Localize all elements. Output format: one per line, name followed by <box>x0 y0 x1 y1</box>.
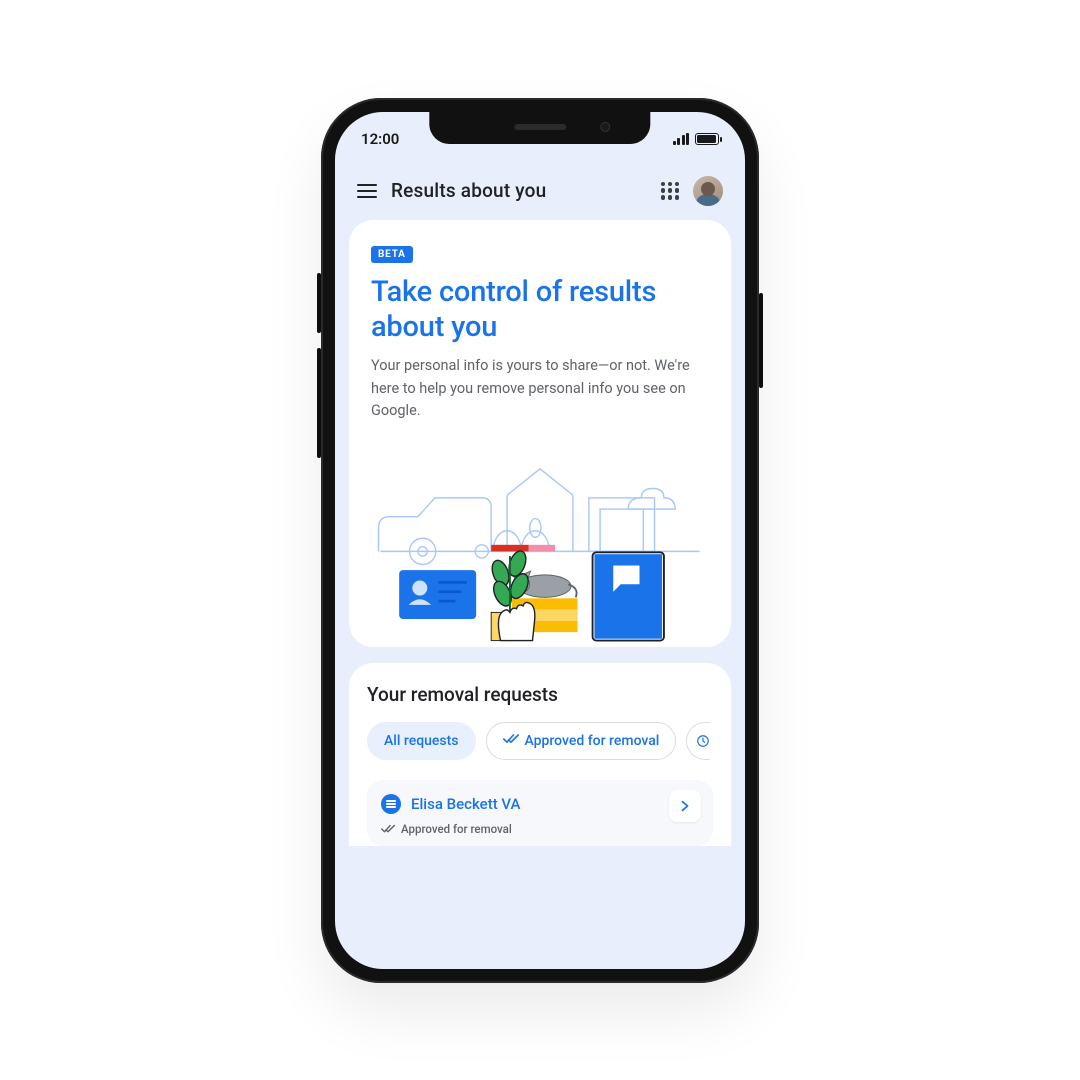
list-icon <box>381 794 401 814</box>
chip-overflow[interactable] <box>686 722 710 760</box>
requests-heading: Your removal requests <box>367 683 713 706</box>
hero-illustration <box>371 437 709 647</box>
notch <box>429 112 650 144</box>
battery-icon <box>695 133 719 145</box>
request-card[interactable]: Elisa Beckett VA Approved for removal <box>367 780 713 846</box>
request-name: Elisa Beckett VA <box>411 795 521 813</box>
beta-badge: BETA <box>371 246 413 263</box>
apps-grid-icon[interactable] <box>661 182 679 200</box>
request-status: Approved for removal <box>401 822 512 836</box>
phone-frame: 12:00 Results about you BETA Take contro… <box>321 98 759 983</box>
requests-section: Your removal requests All requests Appro… <box>349 663 731 846</box>
hero-subtitle: Your personal info is yours to share—or … <box>371 355 709 422</box>
cellular-signal-icon <box>673 133 690 145</box>
chip-all-requests[interactable]: All requests <box>367 722 476 760</box>
status-time: 12:00 <box>361 130 399 148</box>
chip-approved[interactable]: Approved for removal <box>486 722 677 760</box>
page-title: Results about you <box>391 179 647 202</box>
hero-card: BETA Take control of results about you Y… <box>349 220 731 647</box>
menu-icon[interactable] <box>357 184 377 198</box>
app-bar: Results about you <box>349 170 731 220</box>
hero-title: Take control of results about you <box>371 275 709 346</box>
chevron-right-icon <box>680 800 690 812</box>
account-avatar[interactable] <box>693 176 723 206</box>
filter-chips: All requests Approved for removal <box>367 722 713 762</box>
double-check-icon <box>503 733 519 749</box>
double-check-icon <box>381 824 395 834</box>
screen: 12:00 Results about you BETA Take contro… <box>335 112 745 969</box>
open-request-button[interactable] <box>669 790 701 822</box>
